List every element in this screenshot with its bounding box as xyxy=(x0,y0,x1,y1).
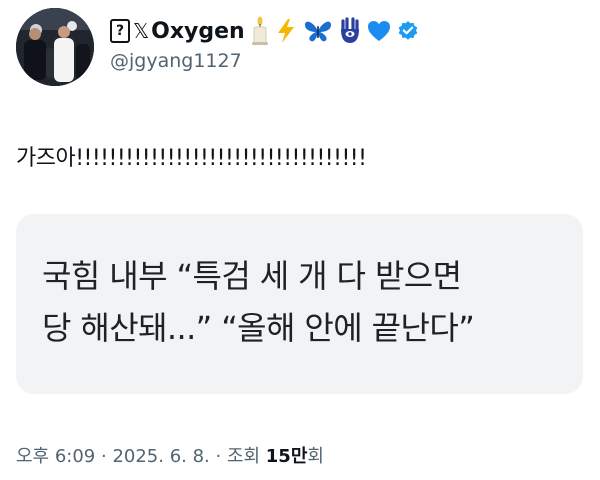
views-count: 15만 xyxy=(265,446,308,467)
tweet-header: ? 𝕏 Oxygen @jgyang1127 xyxy=(110,14,419,72)
tweet-meta: 오후 6:09 · 2025. 6. 8. · 조회 15만회 xyxy=(16,442,324,468)
verified-badge-icon[interactable] xyxy=(397,20,419,42)
quote-line-2: 당 해산돼...” “올해 안에 끝난다” xyxy=(42,309,475,347)
lightning-icon xyxy=(275,18,297,44)
meta-separator: · xyxy=(95,446,113,467)
tweet-time[interactable]: 오후 6:09 xyxy=(16,446,95,467)
quote-line-1: 국힘 내부 “특검 세 개 다 받으면 xyxy=(42,257,462,295)
author-name: Oxygen xyxy=(151,18,245,44)
avatar[interactable] xyxy=(16,8,94,86)
author-name-row[interactable]: ? 𝕏 Oxygen xyxy=(110,14,419,48)
tweet-date[interactable]: 2025. 6. 8. xyxy=(112,446,209,467)
blue-heart-icon xyxy=(367,20,391,42)
hamsa-icon xyxy=(339,17,361,45)
unknown-glyph-box: ? xyxy=(110,19,130,43)
views-label: 조회 xyxy=(226,446,266,467)
meta-separator: · xyxy=(209,446,227,467)
tweet-text: 가즈아!!!!!!!!!!!!!!!!!!!!!!!!!!!!!!!!!!! xyxy=(16,146,367,171)
avatar-photo xyxy=(16,8,94,86)
candle-icon xyxy=(251,16,269,46)
views-suffix: 회 xyxy=(307,446,324,467)
tweet: ? 𝕏 Oxygen @jgyang1127 가즈아!!!!!!!!!!!!!!… xyxy=(0,0,600,480)
author-handle[interactable]: @jgyang1127 xyxy=(110,50,419,72)
quote-card[interactable]: 국힘 내부 “특검 세 개 다 받으면 당 해산돼...” “올해 안에 끝난다… xyxy=(16,214,583,394)
butterfly-icon xyxy=(303,19,333,43)
x-glyph: 𝕏 xyxy=(133,19,150,43)
